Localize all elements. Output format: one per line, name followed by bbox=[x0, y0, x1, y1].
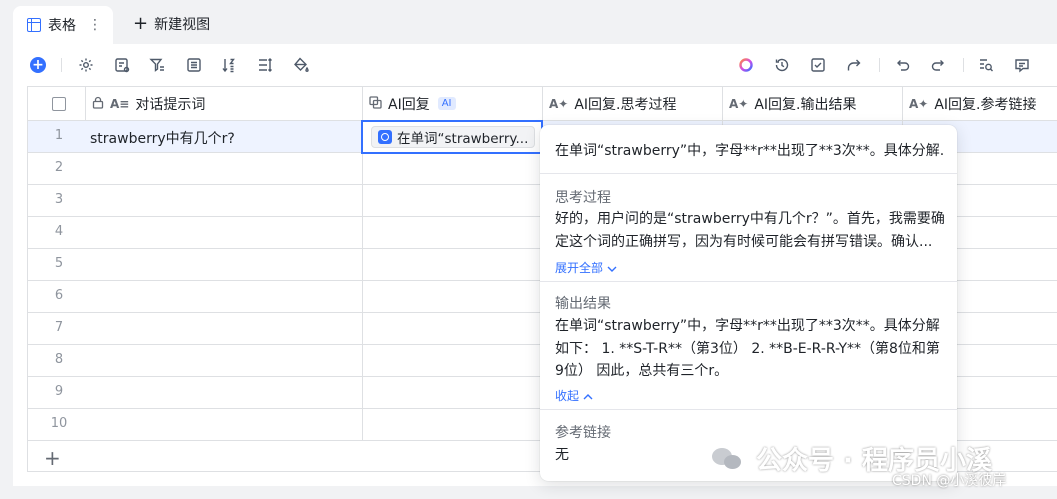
row-number: 2 bbox=[54, 160, 64, 175]
output-section-title: 输出结果 bbox=[555, 296, 611, 312]
toolbar: + bbox=[13, 44, 1057, 86]
ai-ring-icon[interactable] bbox=[738, 57, 754, 73]
column-label: AI回复.参考链接 bbox=[934, 96, 1037, 113]
wechat-logo-icon bbox=[712, 446, 744, 472]
row-number: 4 bbox=[54, 224, 64, 239]
column-label: AI回复.输出结果 bbox=[754, 96, 857, 113]
comment-icon[interactable] bbox=[1014, 57, 1030, 73]
sort-icon[interactable] bbox=[221, 57, 237, 73]
column-header-links[interactable]: A✦ AI回复.参考链接 bbox=[903, 87, 1057, 121]
column-label: AI回复 bbox=[388, 96, 430, 113]
history-icon[interactable] bbox=[774, 57, 790, 73]
new-view-label: 新建视图 bbox=[154, 17, 211, 33]
share-icon[interactable] bbox=[846, 57, 862, 73]
form-icon[interactable] bbox=[114, 57, 130, 73]
column-divider bbox=[362, 121, 363, 441]
thinking-section-title: 思考过程 bbox=[555, 190, 611, 206]
expand-all-link[interactable]: 展开全部 bbox=[555, 259, 617, 276]
ai-reply-icon bbox=[378, 130, 392, 144]
column-label: AI回复.思考过程 bbox=[574, 96, 677, 113]
thinking-section-text: 好的，用户问的是“strawberry中有几个r？”。首先，我需要确定这个词的正… bbox=[555, 211, 945, 250]
list-icon[interactable] bbox=[186, 57, 202, 73]
tab-label: 表格 bbox=[48, 18, 76, 34]
csdn-watermark: CSDN @小溪彼岸 bbox=[892, 473, 1007, 489]
row-number: 5 bbox=[54, 256, 64, 271]
row-number: 10 bbox=[50, 416, 68, 431]
redo-icon[interactable] bbox=[930, 57, 946, 73]
popover-divider bbox=[540, 281, 957, 282]
table-icon bbox=[27, 18, 41, 32]
plus-icon: + bbox=[133, 13, 149, 34]
toolbar-divider bbox=[879, 58, 880, 72]
prompt-cell[interactable]: strawberry中有几个r? bbox=[90, 128, 235, 148]
ai-reply-cell-active[interactable]: 在单词“strawberry... bbox=[361, 120, 543, 154]
output-section-text: 在单词“strawberry”中，字母**r**出现了**3次**。具体分解如下… bbox=[555, 318, 940, 379]
filter-icon[interactable] bbox=[149, 57, 165, 73]
toolbar-divider bbox=[61, 58, 62, 72]
find-icon[interactable] bbox=[978, 57, 994, 73]
checklist-icon[interactable] bbox=[810, 57, 826, 73]
column-header-output[interactable]: A✦ AI回复.输出结果 bbox=[723, 87, 903, 121]
ai-badge: AI bbox=[437, 97, 456, 110]
ai-text-icon: A✦ bbox=[549, 96, 569, 111]
ai-text-icon: A✦ bbox=[729, 96, 749, 111]
row-number: 9 bbox=[54, 384, 64, 399]
popover-summary: 在单词“strawberry”中，字母**r**出现了**3次**。具体分解..… bbox=[555, 143, 945, 159]
column-header-ai-reply[interactable]: AI回复 AI bbox=[363, 87, 543, 121]
row-number: 3 bbox=[54, 192, 64, 207]
toolbar-divider bbox=[963, 58, 964, 72]
chevron-down-icon bbox=[607, 266, 617, 272]
chevron-up-icon bbox=[583, 393, 593, 399]
header-select-all bbox=[28, 87, 86, 121]
row-number: 7 bbox=[54, 320, 64, 335]
add-row-button[interactable]: + bbox=[44, 448, 61, 468]
tab-more-icon[interactable]: ⋮ bbox=[88, 17, 102, 33]
view-tab-bar: 表格 ⋮ + 新建视图 bbox=[0, 0, 1057, 44]
popover-divider bbox=[540, 173, 957, 174]
undo-icon[interactable] bbox=[895, 57, 911, 73]
row-number: 1 bbox=[54, 128, 64, 143]
ai-reply-detail-popover: 在单词“strawberry”中，字母**r**出现了**3次**。具体分解..… bbox=[540, 125, 957, 481]
ai-reply-chip[interactable]: 在单词“strawberry... bbox=[371, 126, 536, 148]
ai-reply-preview: 在单词“strawberry... bbox=[397, 131, 529, 147]
text-field-icon: A≡ bbox=[110, 96, 130, 111]
column-header-thinking[interactable]: A✦ AI回复.思考过程 bbox=[543, 87, 723, 121]
add-record-button[interactable]: + bbox=[30, 57, 46, 73]
new-view-button[interactable]: + 新建视图 bbox=[133, 14, 210, 34]
tab-table-view[interactable]: 表格 ⋮ bbox=[13, 6, 113, 44]
column-label: 对话提示词 bbox=[135, 96, 206, 113]
collapse-link[interactable]: 收起 bbox=[555, 387, 593, 404]
column-header-prompt[interactable]: A≡ 对话提示词 bbox=[86, 87, 363, 121]
ai-text-icon: A✦ bbox=[909, 96, 929, 111]
row-number: 8 bbox=[54, 352, 64, 367]
expand-label: 展开全部 bbox=[555, 261, 604, 275]
popover-divider bbox=[540, 409, 957, 410]
ai-copy-icon bbox=[369, 95, 382, 112]
fill-color-icon[interactable] bbox=[293, 57, 309, 73]
collapse-label: 收起 bbox=[555, 389, 580, 403]
row-number: 6 bbox=[54, 288, 64, 303]
lock-icon bbox=[92, 96, 104, 112]
select-all-checkbox[interactable] bbox=[52, 97, 66, 111]
row-height-icon[interactable] bbox=[257, 57, 273, 73]
settings-icon[interactable] bbox=[78, 57, 94, 73]
links-section-title: 参考链接 bbox=[555, 425, 611, 441]
